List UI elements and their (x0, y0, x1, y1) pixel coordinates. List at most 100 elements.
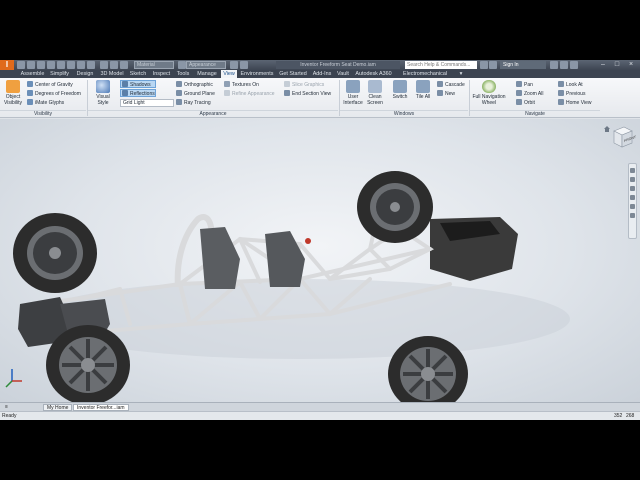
full-navigation-wheel-button[interactable]: Full Navigation Wheel (471, 80, 507, 106)
clean-screen-button[interactable]: Clean Screen (365, 80, 385, 106)
object-visibility-button[interactable]: Object Visibility (2, 80, 24, 106)
reflections-dropdown[interactable]: Reflections (120, 89, 156, 97)
home-view-button[interactable]: Home View (558, 99, 591, 107)
object-visibility-label: Object Visibility (4, 94, 22, 106)
ground-plane-button[interactable]: Ground Plane (176, 90, 215, 98)
tab-design[interactable]: Design (74, 70, 96, 78)
orbit-tool-icon[interactable] (630, 195, 635, 200)
tab-add-ins[interactable]: Add-Ins (311, 70, 333, 78)
search-icon[interactable] (480, 61, 488, 69)
tab-simplify[interactable]: Simplify (47, 70, 72, 78)
visual-style-button[interactable]: Visual Style (90, 80, 116, 106)
quick-access-more-icon[interactable] (240, 61, 248, 69)
textures-on-button[interactable]: Textures On (224, 81, 259, 89)
new-icon[interactable] (17, 61, 25, 69)
tile-all-button[interactable]: Tile All (412, 80, 434, 100)
center-of-gravity-button[interactable]: Center of Gravity (27, 81, 73, 89)
help-icon[interactable] (570, 61, 578, 69)
doc-tab-inventor-freeform[interactable]: Inventor Freefor...iam (73, 404, 129, 411)
a360-icon[interactable] (560, 61, 568, 69)
visual-style-icon (96, 80, 110, 93)
update-icon[interactable] (100, 61, 108, 69)
save-icon[interactable] (37, 61, 45, 69)
select-icon[interactable] (87, 61, 95, 69)
tab-3d-model[interactable]: 3D Model (98, 70, 126, 78)
tab-tools[interactable]: Tools (174, 70, 192, 78)
zoom-all-button[interactable]: Zoom All (516, 90, 543, 98)
imate-glyphs-label: iMate Glyphs (35, 100, 65, 106)
end-section-view-button[interactable]: End Section View (284, 90, 331, 98)
shadows-dropdown[interactable]: Shadows (120, 80, 156, 88)
appearance-dropdown[interactable]: Appearance (186, 61, 226, 69)
ground-plane-label: Ground Plane (184, 91, 215, 97)
project-icon[interactable] (120, 61, 128, 69)
object-visibility-icon (6, 80, 20, 93)
refine-appearance-icon (224, 90, 230, 96)
imate-glyphs-button[interactable]: iMate Glyphs (27, 99, 64, 107)
cascade-button[interactable]: Cascade (437, 81, 465, 89)
home-icon[interactable] (67, 61, 75, 69)
minimize-button[interactable]: – (596, 60, 610, 70)
orbit-button[interactable]: Orbit (516, 99, 535, 107)
look-at-tool-icon[interactable] (630, 204, 635, 209)
inventor-window: I Material Appearance Inventor Freeform … (0, 60, 640, 420)
material-dropdown[interactable]: Material (134, 61, 174, 69)
tile-all-label: Tile All (415, 94, 431, 100)
ray-tracing-button[interactable]: Ray Tracing (176, 99, 211, 107)
doc-tab-my-home[interactable]: My Home (43, 404, 73, 411)
tab-assemble[interactable]: Assemble (20, 70, 45, 78)
pan-tool-icon[interactable] (630, 177, 635, 182)
ribbon-options-icon[interactable]: ▾ (456, 70, 466, 78)
tab-environments[interactable]: Environments (239, 70, 275, 78)
look-at-label: Look At (566, 82, 583, 88)
refine-appearance-button[interactable]: Refine Appearance (224, 90, 275, 98)
redo-icon[interactable] (57, 61, 65, 69)
sign-in-button[interactable]: Sign In (500, 61, 546, 69)
open-icon[interactable] (27, 61, 35, 69)
color-override-icon[interactable] (178, 61, 186, 69)
orthographic-button[interactable]: Orthographic (176, 81, 213, 89)
tab-vault[interactable]: Vault (335, 70, 351, 78)
maximize-button[interactable]: □ (610, 60, 624, 70)
graphics-viewport[interactable]: FRONT (0, 119, 640, 402)
tab-manage[interactable]: Manage (194, 70, 220, 78)
orthographic-label: Orthographic (184, 82, 213, 88)
tab-menu-icon[interactable]: ≡ (2, 404, 11, 411)
look-at-button[interactable]: Look At (558, 81, 583, 89)
user-interface-button[interactable]: User Interface (342, 80, 364, 106)
tab-view[interactable]: View (221, 70, 237, 78)
pan-button[interactable]: Pan (516, 81, 533, 89)
exchange-apps-icon[interactable] (550, 61, 558, 69)
close-button[interactable]: × (624, 60, 638, 70)
ribbon: Object Visibility Center of Gravity Degr… (0, 78, 640, 118)
document-title: Inventor Freeform Seat Demo.iam (276, 61, 400, 69)
fx-icon[interactable] (230, 61, 238, 69)
section-view-icon (284, 90, 290, 96)
ribbon-tab-bar: Assemble Simplify Design 3D Model Sketch… (0, 70, 640, 78)
viewcube[interactable]: FRONT (610, 123, 636, 149)
tab-autodesk-a360[interactable]: Autodesk A360 (352, 70, 395, 78)
navbar-menu-icon[interactable] (630, 213, 635, 218)
help-search-input[interactable]: Search Help & Commands... (405, 61, 477, 69)
print-icon[interactable] (77, 61, 85, 69)
lighting-style-dropdown[interactable]: Grid Light (120, 99, 174, 107)
status-text: Ready (2, 413, 17, 419)
previous-view-button[interactable]: Previous (558, 90, 585, 98)
tab-sketch[interactable]: Sketch (127, 70, 149, 78)
app-frame: I Material Appearance Inventor Freeform … (0, 0, 640, 480)
orbit-label: Orbit (524, 100, 535, 106)
steering-wheel-icon[interactable] (630, 168, 635, 173)
pan-label: Pan (524, 82, 533, 88)
tab-electromechanical[interactable]: Electromechanical (396, 70, 454, 78)
switch-button[interactable]: Switch (390, 80, 410, 100)
zoom-tool-icon[interactable] (630, 186, 635, 191)
tab-get-started[interactable]: Get Started (277, 70, 309, 78)
slice-graphics-label: Slice Graphics (292, 82, 325, 88)
degrees-of-freedom-button[interactable]: Degrees of Freedom (27, 90, 81, 98)
new-window-button[interactable]: New (437, 90, 455, 98)
slice-graphics-button[interactable]: Slice Graphics (284, 81, 324, 89)
undo-icon[interactable] (47, 61, 55, 69)
tab-inspect[interactable]: Inspect (150, 70, 173, 78)
application-menu-button[interactable]: I (0, 60, 14, 70)
measure-icon[interactable] (110, 61, 118, 69)
